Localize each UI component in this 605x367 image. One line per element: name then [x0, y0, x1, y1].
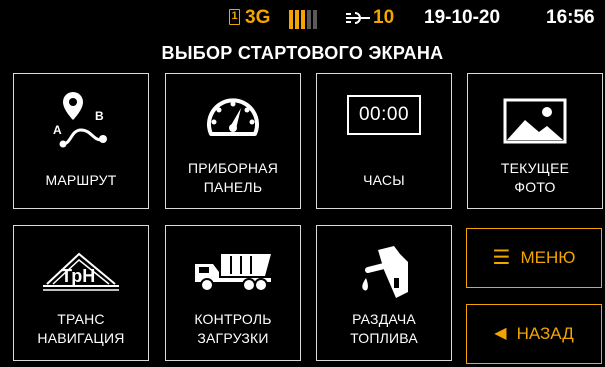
signal-bar — [307, 10, 311, 29]
tile-label: ПРИБОРНАЯ ПАНЕЛЬ — [166, 159, 300, 197]
route-marker-a: A — [53, 123, 62, 137]
menu-button-label: МЕНЮ — [520, 248, 576, 267]
signal-bar — [313, 10, 317, 29]
tile-label-line: РАЗДАЧА — [352, 311, 416, 327]
hamburger-icon: ☰ — [492, 247, 511, 269]
tile-label-line: ПРИБОРНАЯ — [187, 160, 279, 176]
clock-display: 00:00 — [347, 95, 421, 135]
tile-label-line: ФОТО — [514, 179, 556, 195]
sim-number: 1 — [231, 10, 238, 22]
tile-dashboard[interactable]: ПРИБОРНАЯ ПАНЕЛЬ — [165, 73, 301, 209]
tile-label: МАРШРУТ — [45, 172, 117, 188]
transnavigation-logo: ТрН — [14, 248, 148, 292]
tile-label: РАЗДАЧА ТОПЛИВА — [317, 310, 451, 348]
page-title: ВЫБОР СТАРТОВОГО ЭКРАНА — [161, 43, 444, 63]
tile-label: ТЕКУЩЕЕ ФОТО — [468, 159, 602, 197]
tile-label-line: ТОПЛИВА — [350, 330, 418, 346]
tile-loading-control[interactable]: КОНТРОЛЬ ЗАГРУЗКИ — [165, 225, 301, 361]
tile-label: ЧАСЫ — [363, 172, 405, 188]
signal-bar — [301, 10, 305, 29]
signal-bar — [295, 10, 299, 29]
tile-clock[interactable]: 00:00 ЧАСЫ — [316, 73, 452, 209]
tile-label: КОНТРОЛЬ ЗАГРУЗКИ — [166, 310, 300, 348]
network-type: 3G — [245, 7, 271, 28]
tile-label-line: ТЕКУЩЕЕ — [500, 160, 570, 176]
tile-label: ТРАНС НАВИГАЦИЯ — [14, 310, 148, 348]
tile-label-line: НАВИГАЦИЯ — [37, 330, 125, 346]
menu-button[interactable]: ☰ МЕНЮ — [466, 228, 602, 288]
status-bar: 1 3G 10 19-10-20 16:56 — [0, 0, 605, 36]
route-icon: A B — [14, 92, 148, 152]
route-marker-b: B — [95, 109, 104, 123]
time-display: 16:56 — [546, 7, 595, 28]
date-display: 19-10-20 — [424, 7, 501, 28]
dump-truck-icon — [166, 248, 300, 292]
arrow-left-icon: ◀ — [494, 325, 507, 342]
tile-photo[interactable]: ТЕКУЩЕЕ ФОТО — [467, 73, 603, 209]
fuel-nozzle-icon — [317, 244, 451, 300]
satellite-count: 10 — [373, 7, 395, 28]
tile-label-line: ЗАГРУЗКИ — [197, 330, 269, 346]
photo-icon — [468, 98, 602, 144]
tile-fuel[interactable]: РАЗДАЧА ТОПЛИВА — [316, 225, 452, 361]
logo-text: ТрН — [61, 266, 95, 286]
tile-route[interactable]: A B МАРШРУТ — [13, 73, 149, 209]
speedometer-icon — [166, 94, 300, 142]
tile-label-line: ТРАНС — [57, 311, 105, 327]
tile-transnavigation[interactable]: ТрН ТРАНС НАВИГАЦИЯ — [13, 225, 149, 361]
signal-bar — [289, 10, 293, 29]
satellite-icon — [346, 12, 370, 24]
back-button[interactable]: ◀ НАЗАД — [466, 304, 602, 364]
sim-card-icon: 1 — [229, 9, 240, 25]
digital-clock-icon: 00:00 — [317, 95, 451, 135]
back-button-label: НАЗАД — [516, 324, 574, 343]
tile-label-line: ПАНЕЛЬ — [203, 179, 263, 195]
tile-label-line: КОНТРОЛЬ — [194, 311, 272, 327]
